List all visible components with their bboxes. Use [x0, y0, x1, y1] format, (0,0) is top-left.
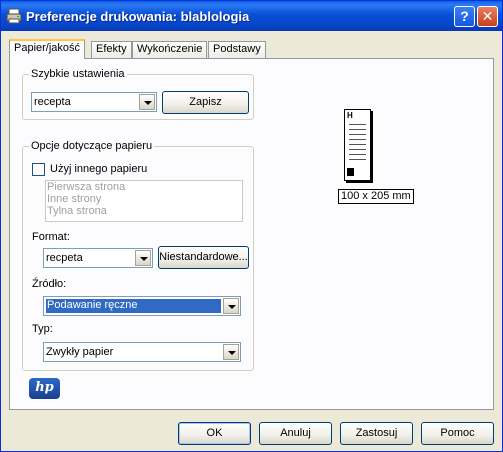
- source-select[interactable]: Podawanie ręczne: [43, 296, 241, 316]
- tab-basics[interactable]: Podstawy: [208, 41, 266, 58]
- printer-icon: [6, 8, 22, 24]
- dialog-help-button[interactable]: Pomoc: [421, 422, 494, 445]
- use-other-paper-label[interactable]: Użyj innego papieru: [50, 163, 147, 175]
- format-label: Format:: [32, 231, 70, 243]
- paper-size-label: 100 x 205 mm: [338, 189, 414, 204]
- help-button[interactable]: ?: [454, 6, 475, 27]
- page-list: Pierwsza strona Inne strony Tylna strona: [45, 180, 243, 222]
- window-title: Preferencje drukowania: blablologia: [26, 9, 250, 24]
- type-select[interactable]: Zwykły papier: [43, 342, 241, 362]
- source-label: Źródło:: [32, 278, 67, 290]
- quick-settings-select[interactable]: recepta: [31, 92, 157, 112]
- chevron-down-icon[interactable]: [135, 250, 151, 266]
- chevron-down-icon[interactable]: [223, 344, 239, 360]
- list-item: Pierwsza strona: [47, 181, 126, 193]
- apply-button[interactable]: Zastosuj: [340, 422, 413, 445]
- save-button[interactable]: Zapisz: [162, 91, 249, 114]
- title-bar[interactable]: Preferencje drukowania: blablologia ? ✕: [1, 1, 502, 31]
- paper-options-label: Opcje dotyczące papieru: [29, 140, 155, 152]
- chevron-down-icon[interactable]: [139, 94, 155, 110]
- dialog-window: Preferencje drukowania: blablologia ? ✕ …: [0, 0, 503, 452]
- quick-settings-value: recepta: [34, 96, 71, 108]
- type-value: Zwykły papier: [46, 346, 114, 358]
- source-value: Podawanie ręczne: [46, 299, 221, 313]
- cancel-button[interactable]: Anuluj: [259, 422, 332, 445]
- chevron-down-icon[interactable]: [223, 298, 239, 314]
- type-label: Typ:: [32, 323, 53, 335]
- ok-button[interactable]: OK: [178, 422, 251, 445]
- hp-logo: hp: [29, 378, 60, 399]
- use-other-paper-checkbox[interactable]: [32, 163, 45, 176]
- tab-effects[interactable]: Efekty: [91, 41, 132, 58]
- quick-settings-label: Szybkie ustawienia: [29, 68, 127, 80]
- close-button[interactable]: ✕: [477, 6, 498, 27]
- format-value: recpeta: [46, 252, 83, 264]
- list-item: Tylna strona: [47, 205, 107, 217]
- tab-paper-quality[interactable]: Papier/jakość: [9, 39, 86, 59]
- paper-preview-letter: H: [347, 111, 353, 120]
- list-item: Inne strony: [47, 193, 102, 205]
- tab-panel: Szybkie ustawienia recepta Zapisz Opcje …: [9, 58, 494, 410]
- format-select[interactable]: recpeta: [43, 248, 153, 268]
- paper-preview-icon: H: [344, 109, 371, 181]
- custom-size-button[interactable]: Niestandardowe...: [158, 246, 249, 269]
- tab-finishing[interactable]: Wykończenie: [132, 41, 208, 58]
